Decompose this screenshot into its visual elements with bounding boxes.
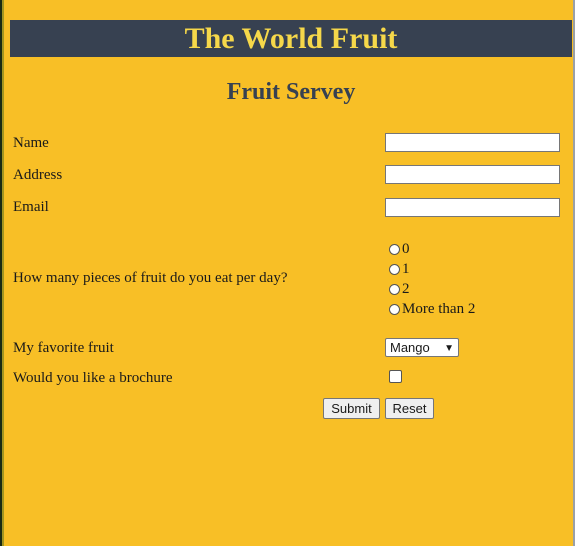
favorite-fruit-value: Mango — [390, 340, 430, 355]
site-title: The World Fruit — [184, 22, 398, 55]
window-edge-strip — [2, 0, 4, 546]
brochure-checkbox[interactable] — [389, 370, 402, 383]
address-label: Address — [13, 167, 63, 183]
fruit-count-option-3[interactable]: More than 2 — [389, 300, 475, 318]
fruit-count-option-1[interactable]: 1 — [389, 260, 410, 278]
name-label: Name — [13, 135, 49, 151]
form-title: Fruit Servey — [226, 79, 356, 105]
fruit-count-option-0[interactable]: 0 — [389, 240, 410, 258]
option-label: More than 2 — [402, 301, 476, 317]
brochure-label: Would you like a brochure — [13, 370, 173, 386]
reset-button[interactable]: Reset — [385, 398, 434, 419]
radio-button[interactable] — [389, 243, 400, 255]
favorite-fruit-label: My favorite fruit — [13, 340, 114, 356]
radio-button[interactable] — [389, 283, 400, 295]
option-label: 1 — [402, 261, 410, 277]
option-label: 2 — [402, 281, 410, 297]
favorite-fruit-select[interactable]: Mango ▼ — [385, 338, 459, 357]
option-label: 0 — [402, 241, 410, 257]
submit-button[interactable]: Submit — [323, 398, 380, 419]
address-field[interactable] — [385, 165, 560, 184]
email-label: Email — [13, 199, 49, 215]
fruit-count-question: How many pieces of fruit do you eat per … — [13, 270, 288, 286]
radio-button[interactable] — [389, 303, 400, 315]
fruit-count-option-2[interactable]: 2 — [389, 280, 410, 298]
email-field[interactable] — [385, 198, 560, 217]
site-banner: The World Fruit — [10, 20, 572, 57]
name-field[interactable] — [385, 133, 560, 152]
radio-button[interactable] — [389, 263, 400, 275]
chevron-down-icon: ▼ — [444, 343, 454, 354]
